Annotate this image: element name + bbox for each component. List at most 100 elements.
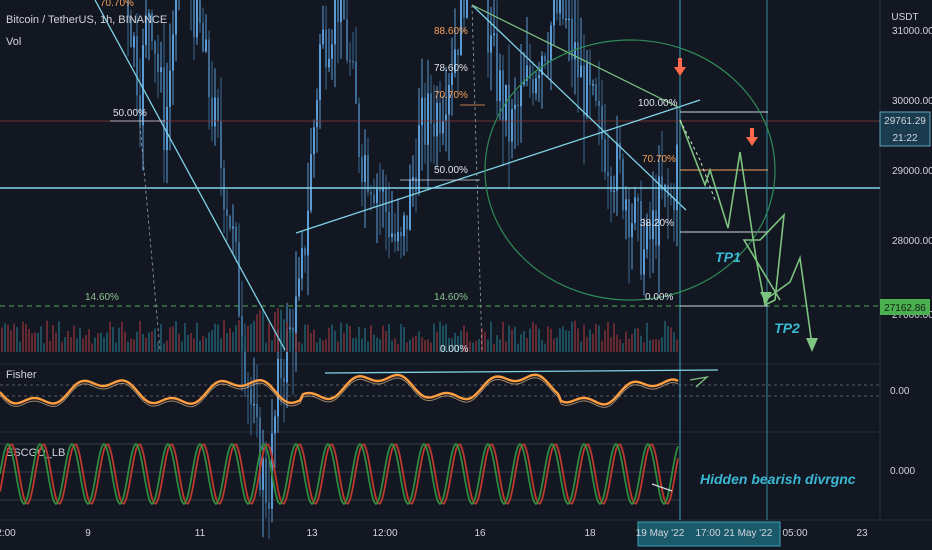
candle-body — [256, 403, 258, 418]
fib-label: 0.00% — [440, 344, 468, 355]
volume-bar — [118, 327, 120, 352]
volume-bar — [253, 320, 255, 352]
candle-body — [466, 0, 468, 18]
candle-body — [439, 102, 441, 134]
x-axis-label: 18 — [584, 528, 596, 539]
candle-body — [643, 249, 645, 275]
target-price-label: 27162.86 — [884, 303, 926, 314]
volume-bar — [325, 339, 327, 352]
volume-bar — [73, 325, 75, 352]
volume-bar — [217, 324, 219, 352]
candle-body — [214, 97, 216, 127]
volume-bar — [634, 328, 636, 352]
volume-bar — [475, 340, 477, 352]
volume-bar — [334, 330, 336, 352]
candle-body — [445, 114, 447, 122]
tp2-label: TP2 — [774, 320, 800, 336]
candle-body — [232, 226, 234, 229]
currency-label: USDT — [891, 12, 918, 23]
volume-bar — [370, 325, 372, 352]
candle-body — [355, 61, 357, 104]
candle-body — [457, 49, 459, 56]
candle-body — [163, 67, 165, 151]
symbol-title[interactable]: Bitcoin / TetherUS, 1h, BINANCE — [6, 14, 167, 26]
chart-canvas[interactable]: 70.70% 50.00% 14.60% 88.60% 78.60% 70.70% 50.0… — [0, 0, 932, 550]
volume-bar — [331, 324, 333, 352]
candle-body — [616, 142, 618, 191]
candle-body — [568, 18, 570, 21]
volume-bar — [100, 332, 102, 352]
volume-bar — [40, 326, 42, 352]
volume-bar — [667, 326, 669, 352]
divergence-note: Hidden bearish divrgnc — [700, 471, 856, 487]
volume-bar — [7, 324, 9, 352]
candle-body — [403, 215, 405, 237]
volume-bar — [58, 321, 60, 352]
volume-bar — [424, 340, 426, 352]
volume-bar — [358, 326, 360, 352]
volume-bar — [484, 331, 486, 352]
volume-bar — [193, 338, 195, 352]
volume-bar — [70, 337, 72, 352]
candle-body — [490, 35, 492, 53]
volume-bar — [433, 323, 435, 352]
volume-bar — [523, 330, 525, 352]
candle-body — [325, 29, 327, 68]
volume-bar — [400, 324, 402, 352]
candle-body — [379, 188, 381, 192]
volume-bar — [403, 327, 405, 352]
candle-body — [283, 378, 285, 383]
fib-label: 70.70% — [642, 154, 676, 165]
candle-body — [559, 0, 561, 14]
volume-bar — [346, 323, 348, 352]
volume-bar — [664, 321, 666, 352]
volume-bar — [562, 326, 564, 352]
candle-body — [307, 210, 309, 256]
volume-bar — [631, 333, 633, 352]
volume-bar — [649, 340, 651, 352]
volume-bar — [487, 339, 489, 352]
volume-bar — [349, 325, 351, 352]
candle-body — [244, 349, 246, 384]
volume-bar — [490, 321, 492, 352]
volume-bar — [112, 326, 114, 352]
volume-bar — [655, 339, 657, 352]
volume-bar — [307, 324, 309, 352]
volume-bar — [622, 343, 624, 352]
volume-bar — [31, 333, 33, 352]
candle-body — [412, 177, 414, 180]
candle-body — [328, 58, 330, 68]
candle-body — [514, 104, 516, 110]
volume-bar — [148, 332, 150, 352]
volume-bar — [34, 332, 36, 352]
candle-body — [400, 231, 402, 237]
volume-bar — [328, 327, 330, 352]
candle-body — [253, 403, 255, 406]
x-axis-label: 12:00 — [372, 528, 397, 539]
volume-bar — [13, 323, 15, 352]
candle-body — [658, 176, 660, 246]
candle-body — [544, 56, 546, 62]
candle-body — [442, 121, 444, 134]
volume-bar — [535, 324, 537, 352]
volume-bar — [391, 340, 393, 352]
candle-body — [562, 0, 564, 20]
volume-bar — [130, 338, 132, 352]
candle-body — [133, 36, 135, 48]
down-arrow-icon — [678, 58, 682, 68]
volume-bar — [220, 338, 222, 352]
candle-body — [280, 358, 282, 379]
volume-bar — [313, 329, 315, 352]
volume-bar — [64, 337, 66, 352]
volume-bar — [625, 331, 627, 352]
volume-bar — [205, 337, 207, 352]
fib-label: 0.00% — [645, 292, 673, 303]
candle-body — [262, 458, 264, 491]
volume-bar — [88, 329, 90, 352]
volume-bar — [412, 337, 414, 352]
volume-bar — [544, 343, 546, 352]
candle-body — [394, 233, 396, 242]
x-axis-label: 21 May '22 — [724, 528, 773, 539]
volume-bar — [25, 324, 27, 352]
candle-body — [598, 100, 600, 107]
